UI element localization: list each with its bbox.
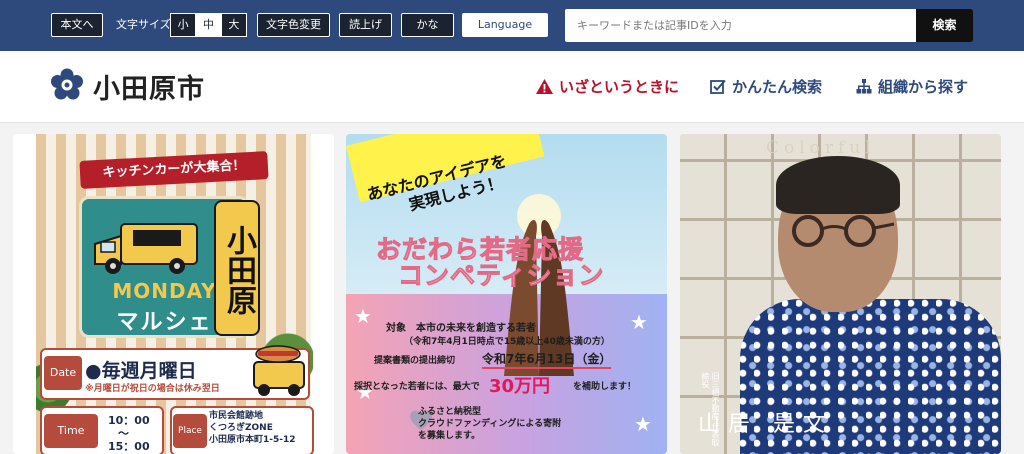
nav-org-search-label: 組織から探す (878, 78, 969, 96)
org-chart-icon (856, 79, 872, 94)
slide-colorful-portrait[interactable]: Colorful 旧三栖不動産 代表取締役 山居 是文 (680, 134, 1001, 454)
font-size-large-button[interactable]: 大 (220, 14, 246, 36)
nav-emergency[interactable]: いざというときに (536, 76, 679, 97)
series-title: Colorful (766, 138, 876, 158)
food-truck-icon (94, 223, 198, 274)
crowdfunding-line: クラウドファンディングによる寄附 (418, 419, 562, 429)
site-header: 小田原市 いざというときに かんたん検索 組織から探す (0, 51, 1024, 123)
time-end: 15：00 (108, 440, 150, 453)
date-note: ※月曜日が祝日の場合は休み翌日 (85, 384, 220, 394)
font-size-label: 文字サイズ (116, 18, 171, 31)
subsidy-suffix: を補助します！ (573, 382, 637, 392)
star-icon: ★ (634, 412, 652, 436)
checkbox-icon (710, 79, 726, 94)
place-line: 市民会館跡地 (209, 411, 264, 421)
warning-icon (536, 79, 553, 94)
city-emblem-icon[interactable] (50, 68, 84, 102)
star-icon: ★ (630, 310, 648, 334)
place-line: くつろぎZONE (209, 423, 273, 433)
time-label: Time (44, 414, 98, 448)
site-search: 検索 (565, 9, 973, 42)
deadline-date: 令和7年6月13日（金） (482, 350, 612, 369)
place-label: Place (173, 414, 207, 448)
slide-youth-competition[interactable]: あなたのアイデアを 実現しよう！ おだわら若者応援 コンペティション ★ ★ ★… (346, 134, 667, 454)
city-vertical-title: 小田原 (214, 200, 260, 336)
search-input[interactable] (565, 9, 915, 42)
poster-title-line-2: コンペティション (398, 261, 605, 291)
kana-button[interactable]: かな (401, 13, 454, 37)
nav-easy-search-label: かんたん検索 (732, 78, 823, 96)
nav-org-search[interactable]: 組織から探す (856, 76, 968, 97)
language-button[interactable]: Language (462, 13, 548, 37)
deadline-label: 提案書類の提出締切 (374, 356, 456, 366)
crowdfunding-line: ふるさと納税型 (418, 407, 482, 417)
portrait-hair (776, 156, 900, 214)
color-change-button[interactable]: 文字色変更 (257, 13, 330, 37)
subsidy-amount: 30万円 (489, 376, 551, 397)
date-label: Date (44, 356, 82, 390)
time-start: 10：00 (108, 414, 150, 427)
utility-bar: 本文へ 文字サイズ 小 中 大 文字色変更 読上げ かな Language 検索 (0, 0, 1024, 51)
target-note: （令和7年4月1日時点で15歳以上40歳未満の方） (404, 337, 610, 347)
font-size-switcher: 小 中 大 (170, 13, 247, 37)
star-icon: ★ (354, 304, 372, 328)
glasses-icon (792, 215, 895, 247)
date-main: ●毎週月曜日 (85, 360, 197, 382)
target-line: 対象 本市の未来を創造する若者 (386, 323, 536, 334)
portrait-name: 山居 是文 (698, 412, 833, 437)
time-range: 10：00 〜 15：00 (108, 414, 150, 453)
skip-to-content-button[interactable]: 本文へ (51, 13, 103, 37)
crowdfunding-text: ふるさと納税型 クラウドファンディングによる寄附 を募集します。 (418, 406, 561, 442)
site-name[interactable]: 小田原市 (93, 67, 205, 106)
read-aloud-button[interactable]: 読上げ (339, 13, 392, 37)
crowdfunding-line: を募集します。 (418, 431, 481, 441)
search-button[interactable]: 検索 (916, 9, 973, 42)
subsidy-prefix: 採択となった若者には、最大で (354, 382, 480, 392)
food-truck-hotdog-icon (253, 345, 305, 396)
font-size-medium-button[interactable]: 中 (195, 14, 221, 36)
nav-easy-search[interactable]: かんたん検索 (710, 76, 822, 97)
slide-monday-marche[interactable]: キッチンカーが大集合！ MONDAY マルシェ 小田原 Date ●毎週月曜日 … (13, 134, 334, 454)
font-size-small-button[interactable]: 小 (171, 14, 195, 36)
time-separator: 〜 (118, 427, 129, 440)
place-line: 小田原市本町1-5-12 (209, 435, 296, 445)
nav-emergency-label: いざというときに (559, 78, 680, 96)
